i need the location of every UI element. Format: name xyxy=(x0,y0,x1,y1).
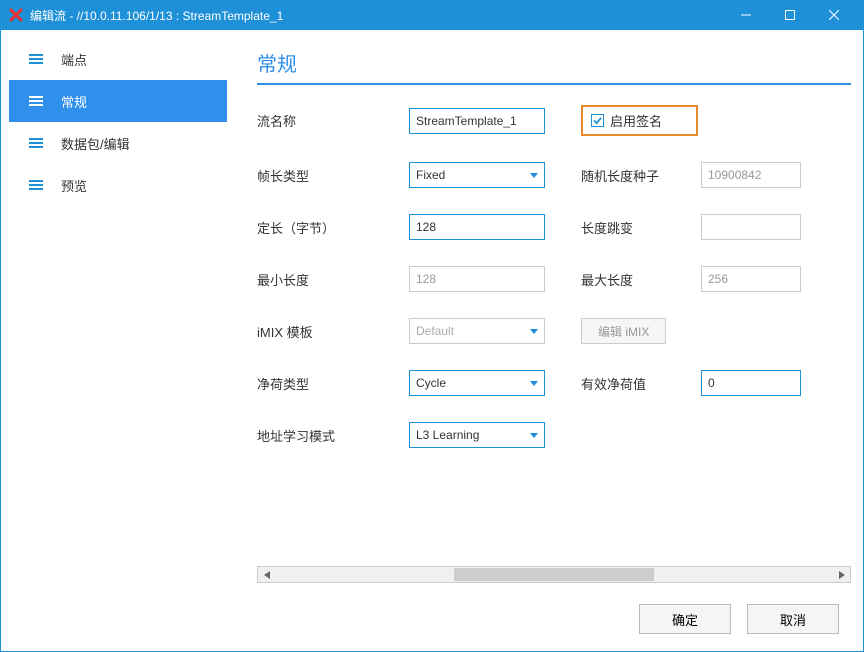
sidebar-item-label: 常规 xyxy=(61,92,87,111)
max-length-input xyxy=(701,266,801,292)
chevron-down-icon xyxy=(530,381,538,386)
select-value: Default xyxy=(416,324,454,338)
label-random-seed: 随机长度种子 xyxy=(581,166,701,185)
titlebar: 编辑流 - //10.0.11.106/1/13 : StreamTemplat… xyxy=(0,0,864,30)
checkmark-icon xyxy=(593,116,602,125)
payload-type-select[interactable]: Cycle xyxy=(409,370,545,396)
addr-learn-mode-select[interactable]: L3 Learning xyxy=(409,422,545,448)
cancel-button[interactable]: 取消 xyxy=(747,604,839,634)
label-addr-learn-mode: 地址学习模式 xyxy=(257,426,409,445)
label-frame-length-type: 帧长类型 xyxy=(257,166,409,185)
label-imix-template: iMIX 模板 xyxy=(257,322,409,341)
payload-value-input[interactable] xyxy=(701,370,801,396)
maximize-icon xyxy=(785,10,795,20)
label-min-length: 最小长度 xyxy=(257,270,409,289)
label-length-jump: 长度跳变 xyxy=(581,218,701,237)
triangle-right-icon xyxy=(839,571,845,579)
label-payload-type: 净荷类型 xyxy=(257,374,409,393)
chevron-down-icon xyxy=(530,173,538,178)
maximize-button[interactable] xyxy=(768,0,812,30)
scrollbar-thumb[interactable] xyxy=(454,568,654,581)
frame-length-type-select[interactable]: Fixed xyxy=(409,162,545,188)
ok-button[interactable]: 确定 xyxy=(639,604,731,634)
content-header: 常规 xyxy=(257,48,851,85)
hamburger-icon xyxy=(29,54,43,64)
sidebar-item-packet-edit[interactable]: 数据包/编辑 xyxy=(9,122,227,164)
length-jump-input xyxy=(701,214,801,240)
hamburger-icon xyxy=(29,180,43,190)
minimize-button[interactable] xyxy=(724,0,768,30)
hamburger-icon xyxy=(29,96,43,106)
sidebar-item-label: 预览 xyxy=(61,176,87,195)
label-fixed-length: 定长（字节） xyxy=(257,218,409,237)
scrollbar-track[interactable] xyxy=(275,567,833,582)
sidebar-item-general[interactable]: 常规 xyxy=(9,80,227,122)
random-seed-input xyxy=(701,162,801,188)
app-logo-icon xyxy=(8,7,24,23)
scroll-right-button[interactable] xyxy=(833,567,850,582)
label-stream-name: 流名称 xyxy=(257,111,409,130)
chevron-down-icon xyxy=(530,329,538,334)
sidebar: 端点 常规 数据包/编辑 预览 xyxy=(9,38,227,595)
enable-signature-label: 启用签名 xyxy=(610,111,662,130)
select-value: L3 Learning xyxy=(416,428,479,442)
sidebar-item-preview[interactable]: 预览 xyxy=(9,164,227,206)
scroll-left-button[interactable] xyxy=(258,567,275,582)
close-button[interactable] xyxy=(812,0,856,30)
minimize-icon xyxy=(741,10,751,20)
close-icon xyxy=(829,10,839,20)
imix-template-select: Default xyxy=(409,318,545,344)
enable-signature-checkbox[interactable] xyxy=(591,114,604,127)
triangle-left-icon xyxy=(264,571,270,579)
form-area: 流名称 启用签名 帧长类型 xyxy=(257,85,855,595)
label-payload-value: 有效净荷值 xyxy=(581,374,701,393)
label-max-length: 最大长度 xyxy=(581,270,701,289)
horizontal-scrollbar[interactable] xyxy=(257,566,851,583)
select-value: Fixed xyxy=(416,168,445,182)
min-length-input xyxy=(409,266,545,292)
sidebar-item-label: 数据包/编辑 xyxy=(61,134,130,153)
stream-name-input[interactable] xyxy=(409,108,545,134)
edit-imix-button: 编辑 iMIX xyxy=(581,318,666,344)
window-title: 编辑流 - //10.0.11.106/1/13 : StreamTemplat… xyxy=(30,7,724,24)
dialog-footer: 确定 取消 xyxy=(9,595,855,643)
chevron-down-icon xyxy=(530,433,538,438)
hamburger-icon xyxy=(29,138,43,148)
sidebar-item-label: 端点 xyxy=(61,50,87,69)
select-value: Cycle xyxy=(416,376,446,390)
fixed-length-input[interactable] xyxy=(409,214,545,240)
enable-signature-highlight: 启用签名 xyxy=(581,105,698,136)
sidebar-item-endpoint[interactable]: 端点 xyxy=(9,38,227,80)
content-panel: 常规 流名称 启用签名 xyxy=(227,38,855,595)
